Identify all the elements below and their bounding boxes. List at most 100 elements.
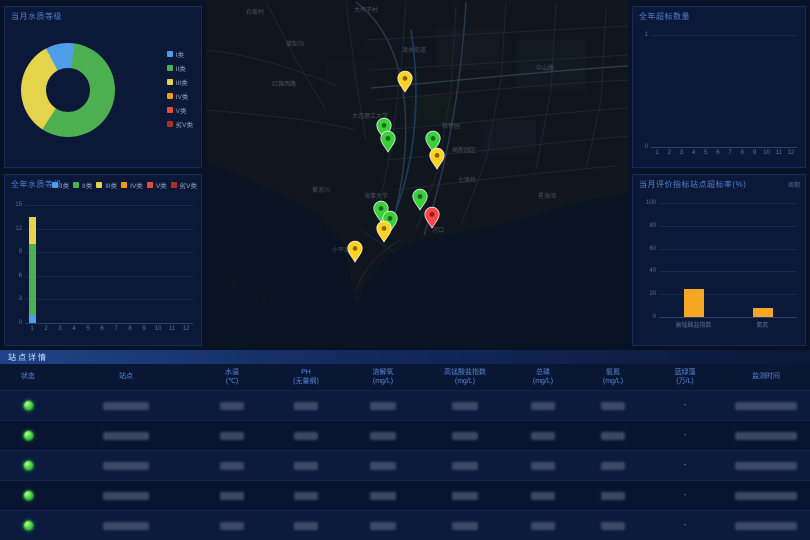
cell-total_phosphorus	[508, 462, 578, 470]
x-axis-label: 9	[753, 150, 756, 156]
map-label: 海事大学	[364, 192, 388, 200]
bar-segment	[29, 244, 36, 315]
period-label[interactable]: 周期	[788, 180, 800, 189]
legend-item[interactable]: II类	[73, 180, 92, 190]
redacted-value	[531, 522, 555, 530]
cell-permanganate_index	[422, 432, 508, 440]
x-axis-label: 12	[788, 150, 795, 156]
table-row: -	[0, 480, 810, 510]
station-table-panel: 站点详情 状态站点水温(℃)PH(无量纲)溶解氧(mg/L)高锰酸盐指数(mg/…	[0, 350, 810, 540]
legend-item[interactable]: 劣V类	[167, 119, 193, 129]
water-quality-dashboard: 当月水质等级 I类II类III类IV类V类劣V类 全年水质等级 I类II类III…	[0, 0, 810, 540]
column-header-line2: (mg/L)	[578, 377, 648, 386]
table-row: -	[0, 390, 810, 420]
x-axis-label: 11	[776, 150, 782, 156]
column-header: 水温(℃)	[196, 368, 268, 387]
cell-station	[56, 522, 196, 530]
table-row: -	[0, 510, 810, 540]
legend-item[interactable]: IV类	[121, 180, 143, 190]
legend-item[interactable]: II类	[167, 63, 193, 73]
panel-month-water-grade: 当月水质等级 I类II类III类IV类V类劣V类	[4, 6, 202, 168]
y-axis-label: 1	[645, 32, 648, 38]
legend-swatch	[52, 182, 58, 188]
redacted-value	[220, 402, 244, 410]
map-label: 黄泥川	[312, 186, 330, 194]
redacted-value	[370, 492, 396, 500]
cell-ammonia_nitrogen	[578, 402, 648, 410]
redacted-value	[735, 462, 797, 470]
legend-swatch	[167, 107, 173, 113]
redacted-value	[103, 402, 149, 410]
redacted-value	[370, 522, 396, 530]
x-axis-label: 5	[704, 150, 707, 156]
cell-monitor_time	[722, 462, 810, 470]
column-header-line1: 氨氮	[578, 368, 648, 377]
column-header-line1: 溶解氧	[344, 368, 422, 377]
redacted-value	[735, 432, 797, 440]
gridline	[659, 271, 797, 272]
cell-blue_green_algae: -	[648, 432, 722, 439]
y-axis-label: 9	[19, 249, 22, 255]
legend-swatch	[96, 182, 102, 188]
legend-item[interactable]: I类	[167, 49, 193, 59]
x-axis-label: 11	[169, 326, 175, 332]
x-axis-label: 10	[763, 150, 770, 156]
cell-station	[56, 462, 196, 470]
x-axis-label: 7	[728, 150, 731, 156]
legend-item[interactable]: IV类	[167, 91, 193, 101]
cell-total_phosphorus	[508, 402, 578, 410]
month-rate-bar-chart: 020406080100高锰酸盐指数氨氮	[659, 203, 797, 317]
cell-ammonia_nitrogen	[578, 492, 648, 500]
column-header-line1: 监测时间	[722, 372, 810, 381]
legend-label: I类	[176, 49, 184, 59]
legend-label: 劣V类	[176, 119, 193, 129]
redacted-value	[103, 432, 149, 440]
map-label: 高新园区	[452, 146, 476, 154]
redacted-value	[735, 522, 797, 530]
x-axis-label: 6	[716, 150, 719, 156]
gridline	[651, 35, 797, 36]
legend-label: IV类	[176, 91, 189, 101]
cell-dissolved_oxygen	[344, 432, 422, 440]
cell-ph	[268, 492, 344, 500]
status-indicator-normal	[24, 491, 33, 500]
column-header-line1: 水温	[196, 368, 268, 377]
redacted-value	[220, 492, 244, 500]
legend-item[interactable]: III类	[167, 77, 193, 87]
redacted-value	[452, 492, 478, 500]
cell-station	[56, 432, 196, 440]
cell-total_phosphorus	[508, 522, 578, 530]
map-canvas: 石坂村大坪子村棠梨沟凌水街道红旗西路大连理工大学软件园高新园区七贤岭海事大学黄泥…	[206, 0, 628, 348]
gridline	[659, 249, 797, 250]
legend-item[interactable]: I类	[52, 180, 69, 190]
table-header-row: 状态站点水温(℃)PH(无量纲)溶解氧(mg/L)高锰酸盐指数(mg/L)总磷(…	[0, 364, 810, 390]
y-axis-label: 20	[649, 291, 656, 297]
cell-monitor_time	[722, 492, 810, 500]
legend-item[interactable]: V类	[167, 105, 193, 115]
map-label: 棠梨沟	[286, 40, 304, 48]
redacted-value	[531, 492, 555, 500]
gridline	[25, 323, 193, 324]
cell-blue_green_algae: -	[648, 462, 722, 469]
redacted-value	[103, 492, 149, 500]
redacted-value	[452, 462, 478, 470]
bar-segment	[29, 217, 36, 245]
redacted-value	[601, 492, 625, 500]
table-row: -	[0, 450, 810, 480]
legend-item[interactable]: V类	[147, 180, 167, 190]
map[interactable]: 石坂村大坪子村棠梨沟凌水街道红旗西路大连理工大学软件园高新园区七贤岭海事大学黄泥…	[206, 0, 628, 348]
gridline	[659, 294, 797, 295]
legend-item[interactable]: 劣V类	[171, 180, 197, 190]
column-header-line2: (万/L)	[648, 377, 722, 386]
x-axis-label: 1	[30, 326, 33, 332]
legend-label: IV类	[130, 180, 143, 190]
y-axis-label: 0	[653, 314, 656, 320]
gridline	[25, 252, 193, 253]
status-indicator-normal	[24, 401, 33, 410]
legend-swatch	[73, 182, 79, 188]
column-header-line1: PH	[268, 368, 344, 377]
column-header-line1: 状态	[0, 372, 56, 381]
status-indicator-normal	[24, 461, 33, 470]
legend-item[interactable]: III类	[96, 180, 117, 190]
panel-month-exceed-rate: 当月评价指标站点超标率(%) 周期 020406080100高锰酸盐指数氨氮	[632, 174, 806, 346]
